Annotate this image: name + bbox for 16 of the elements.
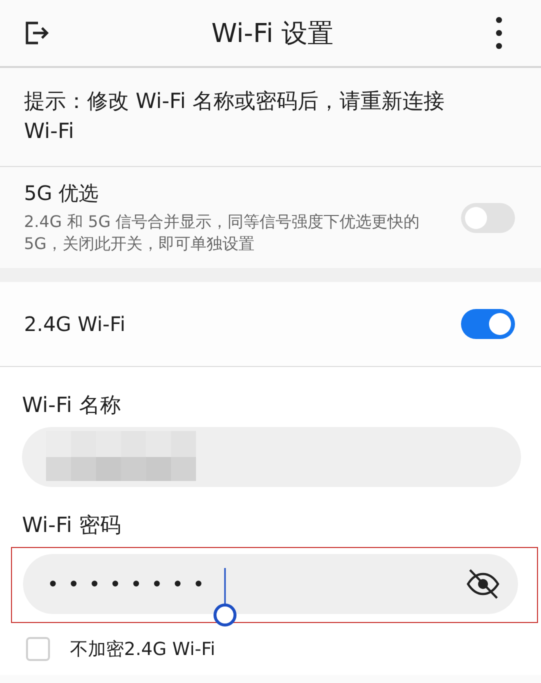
page-title: Wi-Fi 设置 (210, 18, 335, 50)
notice-text: 提示：修改 Wi-Fi 名称或密码后，请重新连接 Wi-Fi (24, 89, 444, 143)
toggle-switch[interactable] (461, 202, 515, 232)
field-label: Wi-Fi 密码 (22, 512, 122, 539)
setting-description: 2.4G 和 5G 信号合并显示，同等信号强度下优选更快的 5G，关闭此开关，即可单独设置 (24, 211, 421, 255)
password-value: •••••••• (47, 572, 214, 596)
hidden-eye-icon[interactable] (466, 567, 500, 601)
setting-title: 2.4G Wi-Fi (24, 312, 126, 336)
toggle-switch[interactable] (461, 309, 515, 339)
more-icon[interactable] (495, 16, 503, 50)
field-label: Wi-Fi 名称 (22, 392, 122, 419)
exit-icon[interactable] (24, 20, 50, 46)
checkbox-label: 不加密2.4G Wi-Fi (70, 638, 216, 661)
input-field[interactable]: •••••••• (23, 554, 518, 614)
setting-title: 5G 优选 (24, 180, 100, 207)
checkbox[interactable] (26, 637, 50, 661)
